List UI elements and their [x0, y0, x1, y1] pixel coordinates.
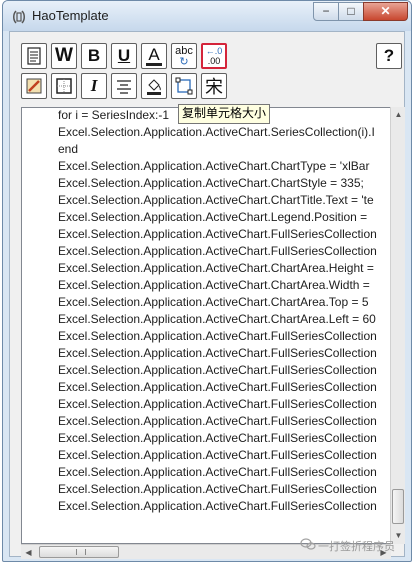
code-line: Excel.Selection.Application.ActiveChart.… — [58, 125, 375, 139]
underline-button[interactable]: U — [111, 43, 137, 69]
edit-button[interactable] — [21, 73, 47, 99]
document-icon-button[interactable] — [21, 43, 47, 69]
title-bar[interactable]: HaoTemplate − □ ✕ — [3, 1, 411, 31]
italic-button[interactable]: I — [81, 73, 107, 99]
scroll-up-arrow-icon[interactable]: ▲ — [391, 107, 406, 122]
font-icon: 宋 — [205, 77, 223, 97]
maximize-button[interactable]: □ — [338, 2, 364, 21]
app-window: HaoTemplate − □ ✕ W B U A abc ↻ ←.0 .00 … — [2, 0, 412, 562]
text-color-button[interactable]: A — [141, 43, 167, 69]
code-line: Excel.Selection.Application.ActiveChart.… — [58, 397, 377, 411]
code-line: Excel.Selection.Application.ActiveChart.… — [58, 448, 377, 462]
code-line: Excel.Selection.Application.ActiveChart.… — [58, 278, 374, 292]
resize-cell-button[interactable] — [171, 73, 197, 99]
code-line: Excel.Selection.Application.ActiveChart.… — [58, 227, 377, 241]
tooltip: 复制单元格大小 — [178, 104, 271, 124]
code-line: Excel.Selection.Application.ActiveChart.… — [58, 295, 369, 309]
text-color-swatch — [146, 62, 162, 66]
code-line: Excel.Selection.Application.ActiveChart.… — [58, 193, 374, 207]
code-line: Excel.Selection.Application.ActiveChart.… — [58, 465, 377, 479]
spell-check-button[interactable]: abc ↻ — [171, 43, 197, 69]
code-editor[interactable]: for i = SeriesIndex:-1 Excel.Selection.Ap… — [21, 107, 391, 544]
decimal-button[interactable]: ←.0 .00 — [201, 43, 227, 69]
watermark-text: 一打签折程序员 — [318, 541, 395, 553]
code-line: Excel.Selection.Application.ActiveChart.… — [58, 380, 377, 394]
code-line: Excel.Selection.Application.ActiveChart.… — [58, 414, 377, 428]
close-button[interactable]: ✕ — [363, 2, 408, 21]
code-line: Excel.Selection.Application.ActiveChart.… — [58, 363, 377, 377]
border-icon — [56, 78, 72, 94]
code-line: Excel.Selection.Application.ActiveChart.… — [58, 346, 377, 360]
spell-check-icon: abc — [175, 44, 193, 57]
code-line: Excel.Selection.Application.ActiveChart.… — [58, 159, 370, 173]
vertical-scrollbar[interactable]: ▲ ▼ — [390, 107, 405, 544]
code-line: Excel.Selection.Application.ActiveChart.… — [58, 499, 377, 513]
align-center-icon — [117, 80, 131, 94]
code-line: end — [58, 142, 79, 156]
client-area: W B U A abc ↻ ←.0 .00 ? I 宋 复制单元格大小 for … — [9, 31, 405, 560]
app-icon — [13, 10, 25, 24]
scroll-left-arrow-icon[interactable]: ◀ — [21, 545, 36, 560]
help-icon: ? — [383, 46, 395, 65]
code-line: Excel.Selection.Application.ActiveChart.… — [58, 312, 376, 326]
underline-icon: U — [117, 46, 131, 65]
decimal-bottom-icon: .00 — [207, 56, 221, 66]
font-button[interactable]: 宋 — [201, 73, 227, 99]
code-line: Excel.Selection.Application.ActiveChart.… — [58, 244, 377, 258]
italic-icon: I — [90, 76, 98, 95]
window-title: HaoTemplate — [32, 8, 109, 23]
paint-bucket-icon — [147, 79, 161, 95]
word-format-button[interactable]: W — [51, 43, 77, 69]
resize-icon — [175, 77, 193, 95]
bold-button[interactable]: B — [81, 43, 107, 69]
code-line: Excel.Selection.Application.ActiveChart.… — [58, 482, 377, 496]
vertical-scroll-thumb[interactable] — [392, 489, 404, 524]
code-line: Excel.Selection.Application.ActiveChart.… — [58, 210, 371, 224]
code-line: Excel.Selection.Application.ActiveChart.… — [58, 329, 377, 343]
pencil-icon — [26, 78, 42, 94]
align-center-button[interactable] — [111, 73, 137, 99]
document-icon — [27, 47, 41, 65]
word-icon: W — [55, 45, 73, 66]
fill-color-button[interactable] — [141, 73, 167, 99]
code-line: Excel.Selection.Application.ActiveChart.… — [58, 431, 377, 445]
decimal-top-icon: ←.0 — [205, 46, 223, 56]
watermark-logo-icon — [300, 538, 316, 550]
grip-icon — [76, 549, 86, 555]
code-line: Excel.Selection.Application.ActiveChart.… — [58, 176, 364, 190]
text-color-icon: A — [148, 44, 160, 64]
help-button[interactable]: ? — [376, 43, 402, 69]
code-line: for i = SeriesIndex:-1 — [58, 108, 170, 122]
bold-icon: B — [87, 46, 101, 65]
minimize-button[interactable]: − — [313, 2, 339, 21]
code-line: Excel.Selection.Application.ActiveChart.… — [58, 261, 378, 275]
horizontal-scroll-thumb[interactable] — [39, 546, 119, 558]
border-button[interactable] — [51, 73, 77, 99]
refresh-arrow-icon: ↻ — [179, 55, 189, 68]
